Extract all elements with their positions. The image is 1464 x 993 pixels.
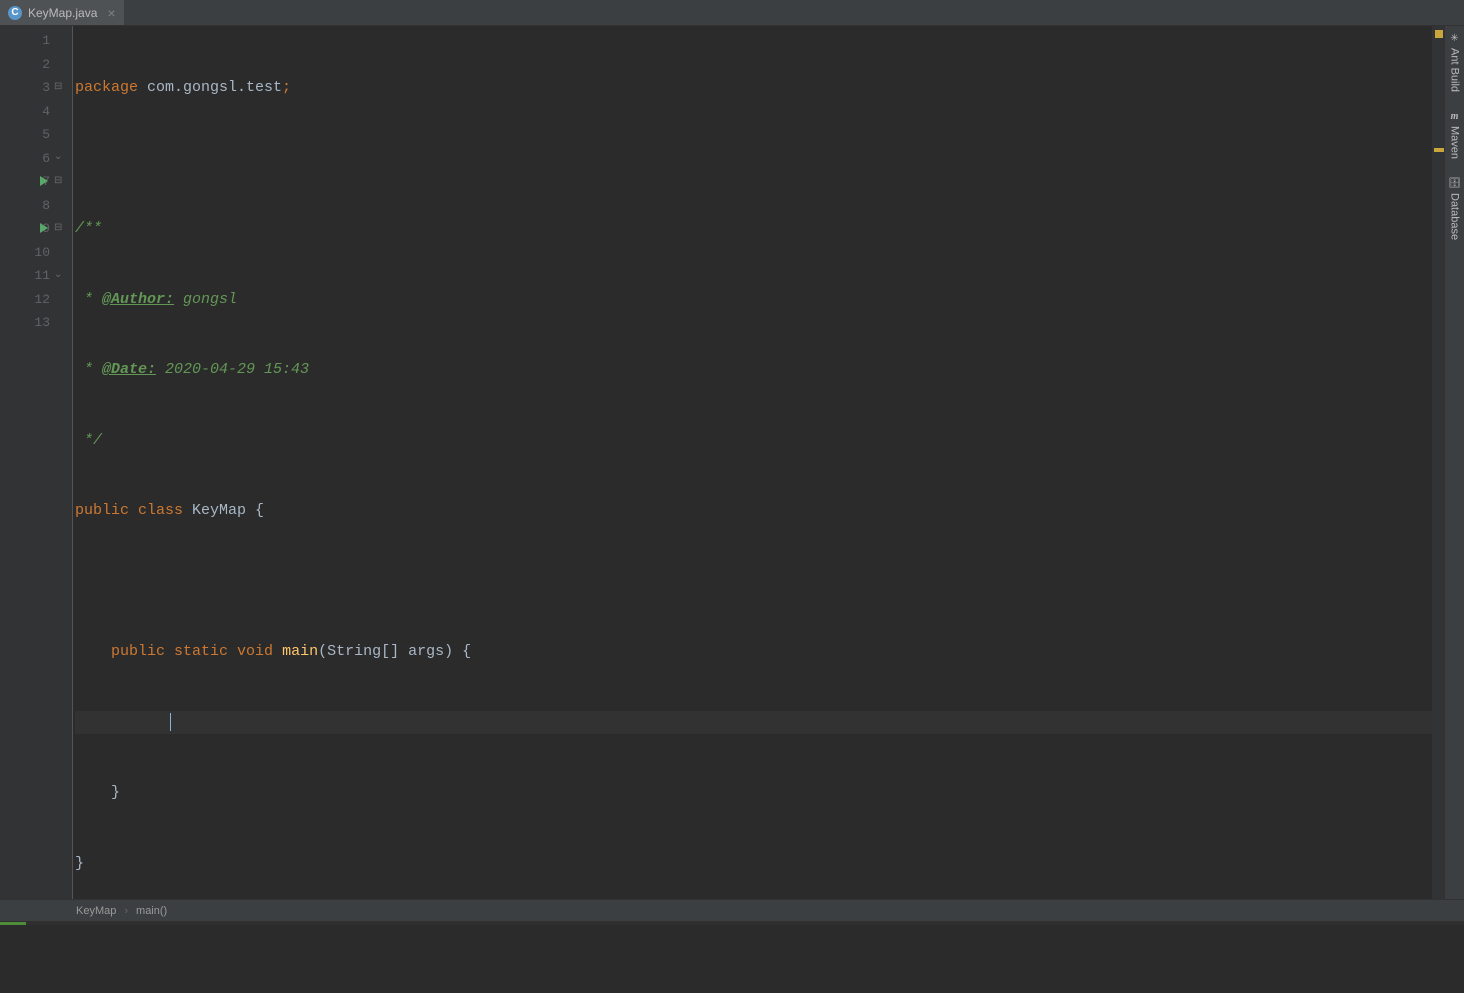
code-area[interactable]: package com.gongsl.test; /** * @Author: …: [72, 26, 1432, 899]
editor-tab-bar: C KeyMap.java ×: [0, 0, 1464, 26]
doc-prefix: *: [75, 291, 102, 308]
open-brace: {: [462, 643, 471, 660]
line-number: 1: [30, 33, 50, 48]
fold-icon[interactable]: ⊟: [54, 81, 68, 95]
editor[interactable]: 1 2 3⊟ 4 5 6⌄ 7 ⊟ 8 9 ⊟ 10 11⌄ 12 13: [0, 26, 1444, 899]
line-number: 8: [30, 198, 50, 213]
line-number: 3: [30, 80, 50, 95]
tool-database[interactable]: 🗄 Database: [1449, 177, 1461, 240]
fold-end-icon[interactable]: ⌄: [54, 269, 68, 283]
run-icon[interactable]: [38, 175, 52, 189]
line-number: 5: [30, 127, 50, 142]
line-number: 11: [30, 268, 50, 283]
indent: [75, 784, 111, 801]
run-icon[interactable]: [38, 222, 52, 236]
line-number: 4: [30, 104, 50, 119]
caret: [170, 713, 171, 731]
doc-tag-author: @Author:: [102, 291, 174, 308]
close-icon[interactable]: ×: [107, 6, 115, 20]
right-tool-panel: ✳ Ant Build m Maven 🗄 Database: [1444, 26, 1464, 899]
line-number: 6: [30, 151, 50, 166]
doc-start: /**: [75, 220, 102, 237]
current-line: [75, 711, 1432, 735]
package-name: com.gongsl.test: [147, 79, 282, 96]
param-args: [] args: [381, 643, 444, 660]
doc-end: */: [75, 432, 102, 449]
keyword-void: void: [237, 643, 282, 660]
status-bar: [0, 921, 1464, 925]
error-stripe[interactable]: [1432, 26, 1444, 899]
open-brace: {: [255, 502, 264, 519]
semicolon: ;: [282, 79, 291, 96]
warning-marker-icon[interactable]: [1435, 30, 1443, 38]
maven-icon: m: [1449, 110, 1461, 122]
line-number: 12: [30, 292, 50, 307]
line-number: 2: [30, 57, 50, 72]
indent: [75, 643, 111, 660]
method-name-main: main: [282, 643, 318, 660]
tool-maven[interactable]: m Maven: [1449, 110, 1461, 159]
close-brace: }: [111, 784, 120, 801]
ant-icon: ✳: [1449, 32, 1461, 44]
editor-tab-keymap[interactable]: C KeyMap.java ×: [0, 0, 124, 25]
tool-label: Maven: [1449, 126, 1461, 159]
class-name: KeyMap: [192, 502, 255, 519]
keyword-package: package: [75, 79, 147, 96]
java-class-icon: C: [8, 6, 22, 20]
tool-label: Ant Build: [1449, 48, 1461, 92]
main-area: 1 2 3⊟ 4 5 6⌄ 7 ⊟ 8 9 ⊟ 10 11⌄ 12 13: [0, 26, 1464, 899]
keyword-public: public: [111, 643, 174, 660]
line-number: 13: [30, 315, 50, 330]
keyword-public: public: [75, 502, 138, 519]
close-brace: }: [75, 855, 84, 872]
fold-icon[interactable]: ⊟: [54, 175, 68, 189]
app-root: C KeyMap.java × 1 2 3⊟ 4 5 6⌄ 7 ⊟ 8 9 ⊟: [0, 0, 1464, 925]
keyword-static: static: [174, 643, 237, 660]
doc-date-value: 2020-04-29 15:43: [156, 361, 309, 378]
warning-marker-icon[interactable]: [1434, 148, 1444, 152]
close-paren: ): [444, 643, 462, 660]
keyword-class: class: [138, 502, 192, 519]
doc-prefix: *: [75, 361, 102, 378]
doc-tag-date: @Date:: [102, 361, 156, 378]
line-number: 10: [30, 245, 50, 260]
doc-author-value: gongsl: [174, 291, 237, 308]
tool-label: Database: [1449, 193, 1461, 240]
tab-filename: KeyMap.java: [28, 6, 97, 20]
gutter: 1 2 3⊟ 4 5 6⌄ 7 ⊟ 8 9 ⊟ 10 11⌄ 12 13: [0, 26, 72, 899]
open-paren: (: [318, 643, 327, 660]
tool-ant-build[interactable]: ✳ Ant Build: [1449, 32, 1461, 92]
fold-icon[interactable]: ⊟: [54, 222, 68, 236]
fold-end-icon[interactable]: ⌄: [54, 151, 68, 165]
database-icon: 🗄: [1449, 177, 1461, 189]
type-string: String: [327, 643, 381, 660]
